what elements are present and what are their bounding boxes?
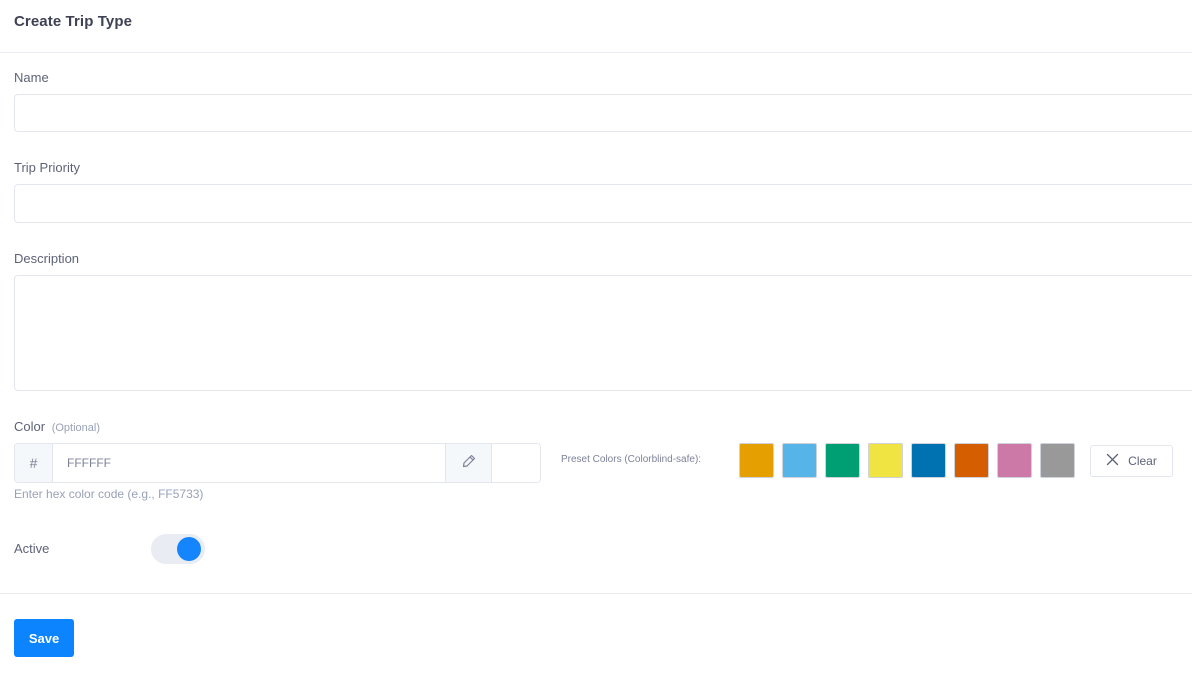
hash-prefix: #	[15, 444, 53, 482]
page-title: Create Trip Type	[14, 13, 133, 30]
color-input-group: # FFFFFF	[14, 443, 541, 483]
color-label-text: Color	[14, 419, 46, 434]
preset-color-swatch[interactable]	[739, 443, 774, 478]
footer-divider	[0, 593, 1192, 594]
preset-color-swatch[interactable]	[954, 443, 989, 478]
trip-priority-input[interactable]	[14, 184, 1192, 223]
preset-color-swatch[interactable]	[782, 443, 817, 478]
toggle-knob	[177, 537, 201, 561]
page-header: Create Trip Type	[0, 0, 1192, 53]
name-label: Name	[14, 70, 49, 85]
active-label: Active	[14, 541, 50, 556]
color-optional-note: (Optional)	[51, 422, 100, 434]
description-label: Description	[14, 251, 80, 266]
clear-button-label: Clear	[1128, 454, 1157, 468]
preset-color-swatch[interactable]	[997, 443, 1032, 478]
color-label: Color (Optional)	[14, 419, 100, 434]
close-icon	[1106, 453, 1119, 469]
color-hex-input[interactable]: FFFFFF	[53, 444, 445, 482]
color-picker-button[interactable]	[445, 444, 491, 482]
active-toggle[interactable]	[151, 534, 205, 564]
trip-priority-label: Trip Priority	[14, 160, 80, 175]
preset-color-swatch[interactable]	[911, 443, 946, 478]
description-textarea[interactable]	[14, 275, 1192, 391]
preset-color-swatch[interactable]	[825, 443, 860, 478]
preset-color-swatch[interactable]	[1040, 443, 1075, 478]
preset-colors-label: Preset Colors (Colorblind-safe):	[561, 454, 702, 465]
save-button[interactable]: Save	[14, 619, 74, 657]
color-hint: Enter hex color code (e.g., FF5733)	[14, 487, 204, 501]
preset-color-swatch[interactable]	[868, 443, 903, 478]
name-input[interactable]	[14, 94, 1192, 132]
pencil-icon	[461, 453, 477, 474]
color-preview-swatch	[491, 444, 540, 482]
clear-color-button[interactable]: Clear	[1090, 445, 1173, 477]
